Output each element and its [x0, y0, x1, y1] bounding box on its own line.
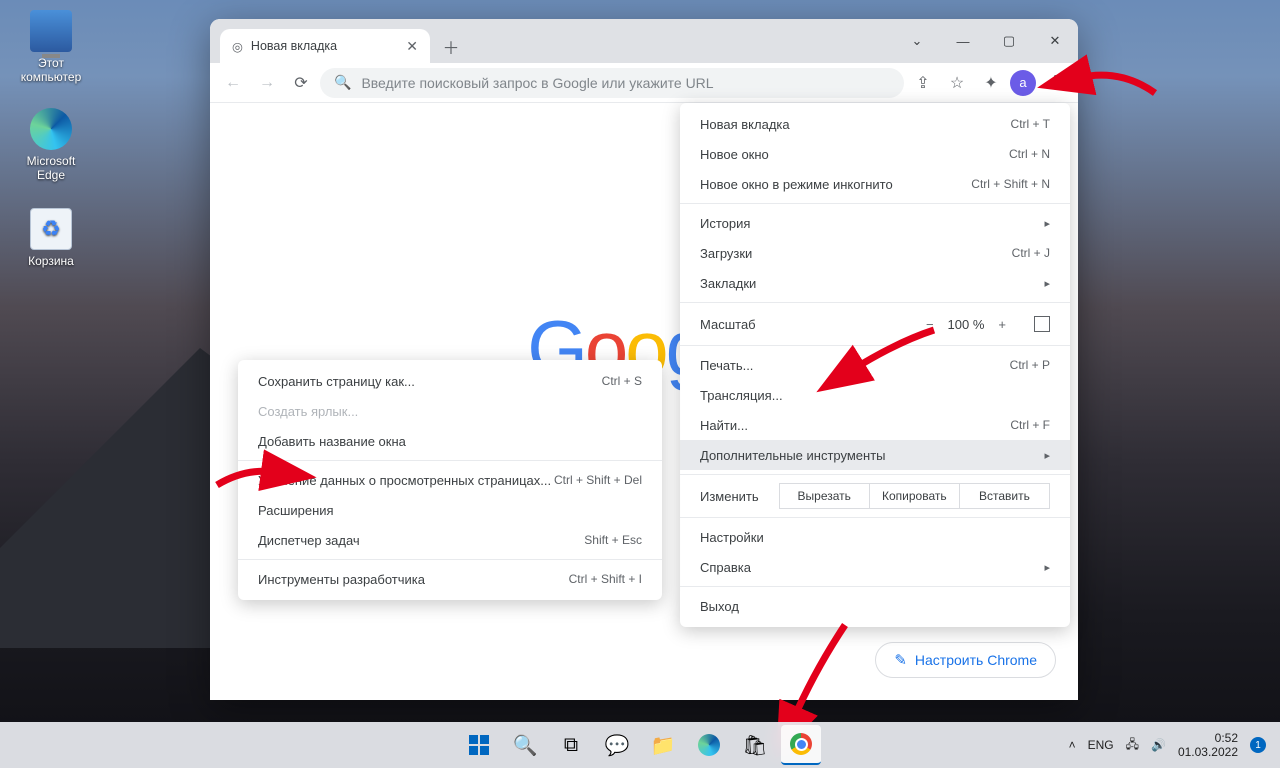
desktop-label: Этот компьютер	[12, 56, 90, 84]
taskbar-explorer[interactable]: 📁	[643, 725, 683, 765]
task-view[interactable]: ⧉	[551, 725, 591, 765]
menu-downloads[interactable]: ЗагрузкиCtrl + J	[680, 238, 1070, 268]
menu-bookmarks[interactable]: Закладки▸	[680, 268, 1070, 298]
close-window-button[interactable]: ✕	[1032, 19, 1078, 63]
taskbar-store[interactable]: 🛍	[735, 725, 775, 765]
minimize-button[interactable]: ―	[940, 19, 986, 63]
kebab-icon	[1054, 81, 1057, 84]
volume-icon[interactable]: 🔊	[1151, 738, 1166, 752]
customize-label: Настроить Chrome	[915, 652, 1037, 668]
chevron-right-icon: ▸	[1044, 217, 1050, 230]
chrome-main-menu: Новая вкладкаCtrl + T Новое окноCtrl + N…	[680, 103, 1070, 627]
reload-button[interactable]: ⟳	[286, 68, 316, 98]
menu-new-tab[interactable]: Новая вкладкаCtrl + T	[680, 109, 1070, 139]
browser-tab[interactable]: ◎ Новая вкладка ✕	[220, 29, 430, 63]
submenu-name-window[interactable]: Добавить название окна	[238, 426, 662, 456]
notification-badge[interactable]: 1	[1250, 737, 1266, 753]
desktop-label: Корзина	[12, 254, 90, 268]
pencil-icon: ✎	[894, 651, 907, 669]
globe-icon: ◎	[232, 39, 243, 54]
pc-icon	[30, 10, 72, 52]
copy-button[interactable]: Копировать	[870, 483, 960, 509]
desktop-icon-this-pc[interactable]: Этот компьютер	[12, 10, 90, 84]
share-icon[interactable]: ⇪	[908, 68, 938, 98]
forward-button[interactable]: →	[252, 68, 282, 98]
menu-help[interactable]: Справка▸	[680, 552, 1070, 582]
chrome-menu-button[interactable]	[1040, 68, 1070, 98]
menu-more-tools[interactable]: Дополнительные инструменты▸	[680, 440, 1070, 470]
paste-button[interactable]: Вставить	[960, 483, 1050, 509]
chrome-icon	[790, 733, 812, 755]
taskbar: 🔍 ⧉ 💬 📁 🛍 ˄ ENG 🖧 🔊 0:52 01.03.2022 1	[0, 722, 1280, 768]
language-indicator[interactable]: ENG	[1088, 738, 1114, 752]
taskbar-clock[interactable]: 0:52 01.03.2022	[1178, 731, 1238, 760]
chevron-right-icon: ▸	[1044, 561, 1050, 574]
customize-chrome-button[interactable]: ✎ Настроить Chrome	[875, 642, 1056, 678]
toolbar: ← → ⟳ 🔍 Введите поисковый запрос в Googl…	[210, 63, 1078, 103]
zoom-in-button[interactable]: +	[998, 317, 1006, 332]
tray-overflow[interactable]: ˄	[1069, 738, 1076, 752]
extensions-icon[interactable]: ✦	[976, 68, 1006, 98]
menu-settings[interactable]: Настройки	[680, 522, 1070, 552]
new-tab-button[interactable]: ＋	[436, 31, 466, 61]
close-tab-icon[interactable]: ✕	[406, 38, 418, 55]
menu-history[interactable]: История▸	[680, 208, 1070, 238]
edge-icon	[698, 734, 720, 756]
zoom-out-button[interactable]: −	[926, 317, 934, 332]
cut-button[interactable]: Вырезать	[779, 483, 870, 509]
menu-incognito[interactable]: Новое окно в режиме инкогнитоCtrl + Shif…	[680, 169, 1070, 199]
tab-title: Новая вкладка	[251, 39, 337, 53]
submenu-save-as[interactable]: Сохранить страницу как...Ctrl + S	[238, 366, 662, 396]
chevron-right-icon: ▸	[1044, 449, 1050, 462]
maximize-button[interactable]: ▢	[986, 19, 1032, 63]
menu-edit-row: Изменить Вырезать Копировать Вставить	[680, 479, 1070, 513]
desktop-icon-recycle-bin[interactable]: ♻ Корзина	[12, 208, 90, 268]
windows-icon	[469, 735, 489, 755]
taskbar-chrome[interactable]	[781, 725, 821, 765]
menu-exit[interactable]: Выход	[680, 591, 1070, 621]
zoom-value: 100 %	[948, 317, 985, 332]
address-bar[interactable]: 🔍 Введите поисковый запрос в Google или …	[320, 68, 904, 98]
network-icon[interactable]: 🖧	[1126, 735, 1139, 756]
submenu-create-shortcut: Создать ярлык...	[238, 396, 662, 426]
back-button[interactable]: ←	[218, 68, 248, 98]
submenu-devtools[interactable]: Инструменты разработчикаCtrl + Shift + I	[238, 564, 662, 594]
start-button[interactable]	[459, 725, 499, 765]
submenu-task-manager[interactable]: Диспетчер задачShift + Esc	[238, 525, 662, 555]
annotation-arrow	[1070, 58, 1160, 113]
fullscreen-icon[interactable]	[1034, 316, 1050, 332]
submenu-clear-data[interactable]: Удаление данных о просмотренных страница…	[238, 465, 662, 495]
menu-cast[interactable]: Трансляция...	[680, 380, 1070, 410]
taskbar-search[interactable]: 🔍	[505, 725, 545, 765]
chevron-right-icon: ▸	[1044, 277, 1050, 290]
address-placeholder: Введите поисковый запрос в Google или ук…	[361, 75, 713, 91]
bookmark-star-icon[interactable]: ☆	[942, 68, 972, 98]
menu-find[interactable]: Найти...Ctrl + F	[680, 410, 1070, 440]
desktop-label: Microsoft Edge	[12, 154, 90, 182]
taskbar-edge[interactable]	[689, 725, 729, 765]
desktop-icon-edge[interactable]: Microsoft Edge	[12, 108, 90, 182]
search-icon: 🔍	[334, 74, 351, 91]
menu-print[interactable]: Печать...Ctrl + P	[680, 350, 1070, 380]
taskbar-chat[interactable]: 💬	[597, 725, 637, 765]
recycle-bin-icon: ♻	[30, 208, 72, 250]
tab-search-button[interactable]: ⌄	[894, 19, 940, 63]
profile-avatar[interactable]: а	[1010, 70, 1036, 96]
edge-icon	[30, 108, 72, 150]
more-tools-submenu: Сохранить страницу как...Ctrl + S Создат…	[238, 360, 662, 600]
submenu-extensions[interactable]: Расширения	[238, 495, 662, 525]
menu-new-window[interactable]: Новое окноCtrl + N	[680, 139, 1070, 169]
menu-zoom: Масштаб − 100 % +	[680, 307, 1070, 341]
titlebar: ◎ Новая вкладка ✕ ＋ ⌄ ― ▢ ✕	[210, 19, 1078, 63]
